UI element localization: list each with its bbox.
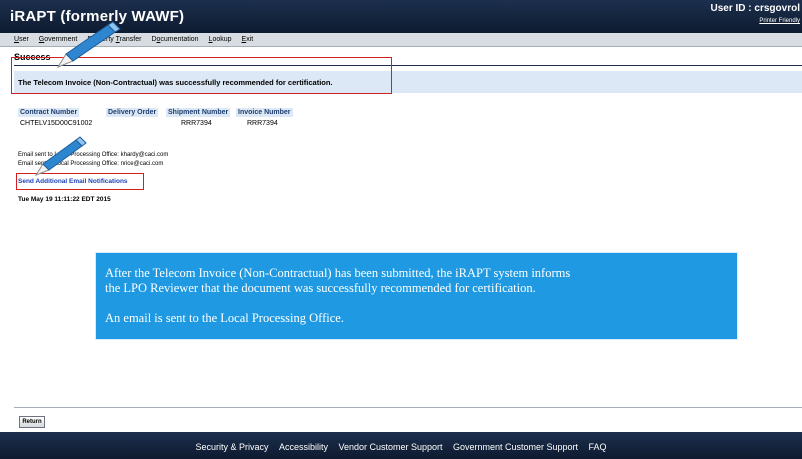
return-button[interactable]: Return (19, 416, 45, 428)
bottom-divider (14, 407, 802, 408)
footer-link-accessibility[interactable]: Accessibility (279, 442, 328, 452)
pencil-pointer-icon-2 (34, 136, 87, 177)
menu-exit[interactable]: Exit (242, 36, 254, 43)
cell-contract-number: CHTELV15D00C91002 (20, 120, 93, 127)
footer-link-government-support[interactable]: Government Customer Support (453, 442, 578, 452)
footer-link-faq[interactable]: FAQ (588, 442, 606, 452)
printer-friendly-link[interactable]: Printer Friendly (759, 18, 800, 24)
footer-link-vendor-support[interactable]: Vendor Customer Support (338, 442, 442, 452)
timestamp: Tue May 19 11:11:22 EDT 2015 (18, 196, 111, 203)
header-delivery-order: Delivery Order (106, 108, 159, 117)
callout-line-2: the LPO Reviewer that the document was s… (105, 281, 536, 295)
header-contract-number: Contract Number (18, 108, 80, 117)
menu-user[interactable]: User (14, 36, 29, 43)
callout-line-1: After the Telecom Invoice (Non-Contractu… (105, 266, 571, 280)
callout-line-3: An email is sent to the Local Processing… (105, 311, 344, 325)
header-invoice-number: Invoice Number (236, 108, 293, 117)
footer-links: Security & Privacy Accessibility Vendor … (0, 437, 802, 455)
user-id-label: User ID : crsgovrol (710, 3, 800, 14)
menu-documentation[interactable]: Documentation (151, 36, 198, 43)
cell-invoice-number: RRR7394 (247, 120, 278, 127)
instruction-callout: After the Telecom Invoice (Non-Contractu… (95, 252, 738, 340)
pencil-pointer-icon (56, 21, 121, 69)
header-shipment-number: Shipment Number (166, 108, 231, 117)
menu-lookup[interactable]: Lookup (209, 36, 232, 43)
cell-shipment-number: RRR7394 (181, 120, 212, 127)
footer-link-security-privacy[interactable]: Security & Privacy (196, 442, 269, 452)
